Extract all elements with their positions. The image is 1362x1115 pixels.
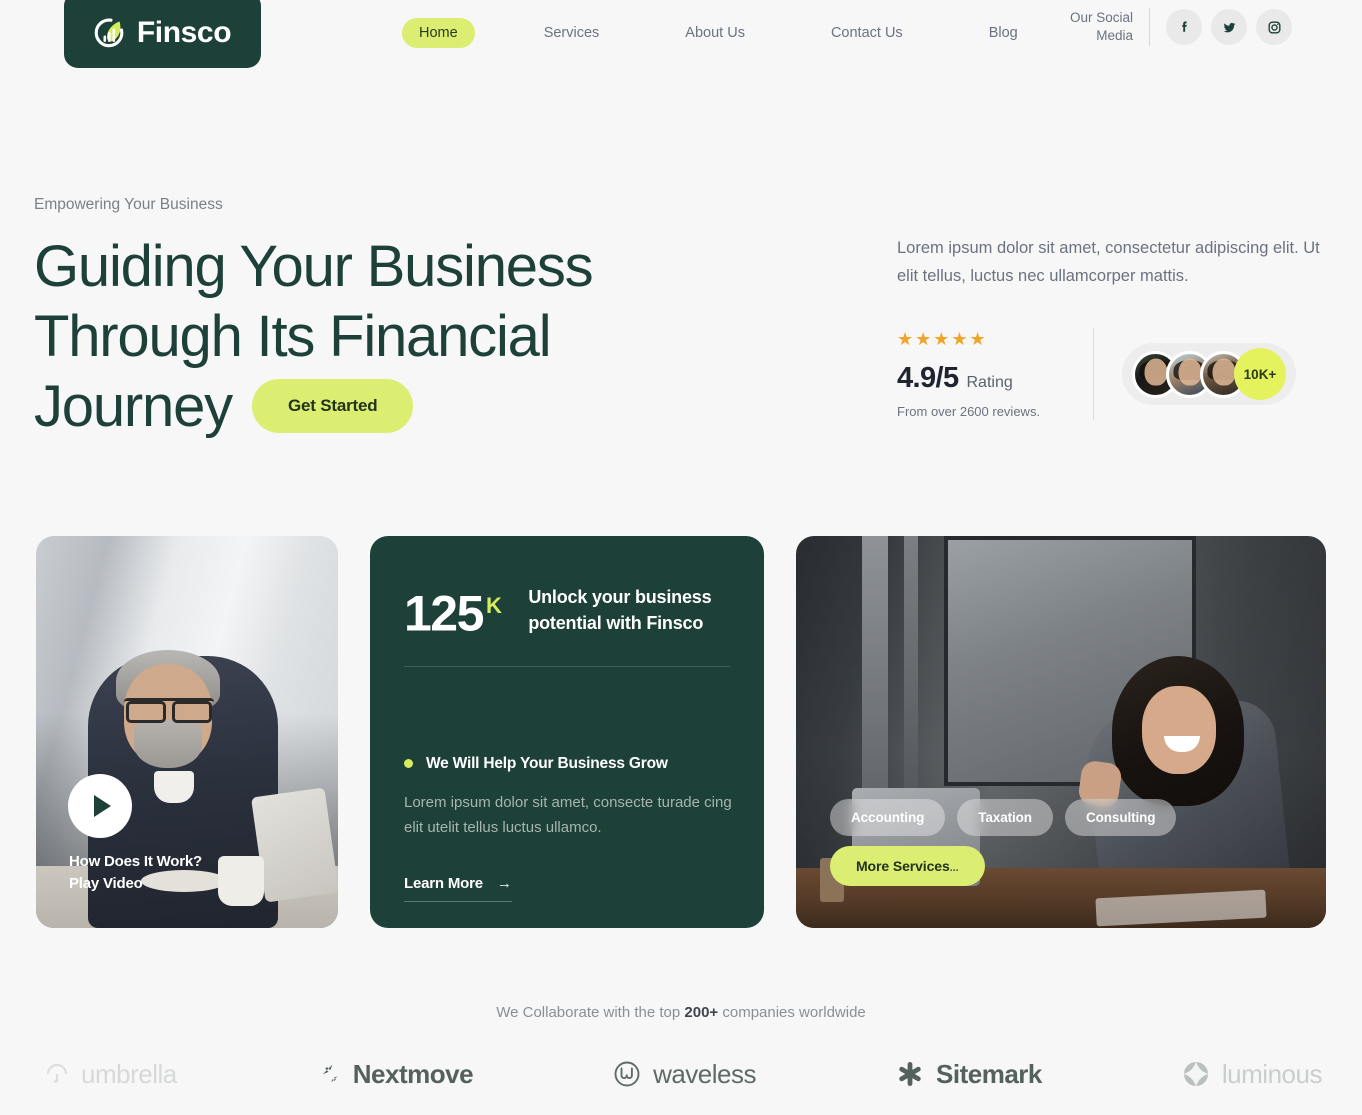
partner-logo-umbrella[interactable]: umbrella	[44, 1061, 177, 1087]
more-services-button[interactable]: More Services...	[830, 846, 985, 886]
rating-divider	[1093, 328, 1094, 420]
brand-logo[interactable]: Finsco	[64, 0, 261, 68]
partner-name: waveless	[653, 1059, 756, 1089]
partners-note-suffix: companies worldwide	[718, 1004, 866, 1021]
nav-item-blog[interactable]: Blog	[972, 18, 1035, 48]
more-services-label: More Services	[856, 858, 950, 874]
partner-logo-waveless[interactable]: waveless	[612, 1059, 756, 1089]
partner-logos: umbrella Nextmove waveless Sitemark lumi…	[0, 1048, 1362, 1100]
hero-title-line2: Through Its Financial	[34, 304, 552, 369]
hero-title-line1: Guiding Your Business	[34, 234, 594, 299]
twitter-button[interactable]	[1211, 9, 1247, 45]
instagram-icon	[1266, 19, 1283, 36]
finsco-leaf-chart-logo-icon	[94, 16, 128, 50]
rating-section: ★★★★★ 4.9/5 Rating From over 2600 review…	[897, 328, 1327, 420]
video-tablet	[250, 787, 338, 903]
main-nav: Home Services About Us Contact Us Blog	[402, 18, 1035, 48]
facebook-button[interactable]	[1166, 9, 1202, 45]
stat-number-value: 125	[404, 585, 484, 642]
stat-number: 125 K	[404, 580, 502, 642]
partners-note-highlight: 200+	[684, 1004, 719, 1021]
service-pill-accounting[interactable]: Accounting	[830, 799, 946, 836]
video-card[interactable]: How Does It Work? Play Video	[36, 536, 338, 928]
partner-name: luminous	[1221, 1059, 1323, 1089]
office-person-face	[1142, 686, 1216, 774]
partner-name: Nextmove	[352, 1059, 474, 1089]
service-pill-row: Accounting Taxation Consulting	[830, 799, 1177, 836]
hero-description: Lorem ipsum dolor sit amet, consectetur …	[897, 239, 1320, 285]
partners-note: We Collaborate with the top 200+ compani…	[0, 1004, 1362, 1021]
stat-bullet-label: We Will Help Your Business Grow	[426, 754, 668, 772]
social-label-line2: Media	[1096, 28, 1133, 43]
avatar-group: 10K+	[1122, 343, 1296, 405]
hero-title: Guiding Your Business Through Its Financ…	[34, 232, 654, 442]
header-divider	[1149, 8, 1150, 46]
nav-item-about-us[interactable]: About Us	[668, 18, 762, 48]
umbrella-icon	[44, 1061, 70, 1087]
rating-summary: ★★★★★ 4.9/5 Rating From over 2600 review…	[897, 330, 1093, 419]
stat-card: 125 K Unlock your business potential with…	[370, 536, 764, 928]
social-icon-list	[1166, 9, 1292, 45]
video-coffee-cup	[154, 771, 194, 803]
nav-item-services[interactable]: Services	[527, 18, 617, 48]
stat-paragraph: Lorem ipsum dolor sit amet, consecte tur…	[404, 793, 732, 836]
sitemark-asterisk-icon	[895, 1059, 925, 1089]
learn-more-link[interactable]: Learn More →	[404, 875, 512, 902]
more-services-dots: ...	[949, 862, 959, 874]
landing-page: Finsco Home Services About Us Contact Us…	[0, 0, 1362, 1115]
services-image-card[interactable]: Accounting Taxation Consulting More Serv…	[796, 536, 1326, 928]
hero-eyebrow: Empowering Your Business	[34, 196, 223, 213]
facebook-icon	[1176, 19, 1193, 36]
nextmove-arrows-icon	[316, 1061, 342, 1087]
arrow-right-icon: →	[496, 874, 512, 892]
video-second-cup	[218, 856, 264, 906]
rating-stars: ★★★★★	[897, 328, 988, 349]
play-video-button[interactable]	[68, 774, 132, 838]
bullet-dot-icon	[404, 759, 413, 769]
hero-title-line3: Journey	[34, 374, 233, 439]
learn-more-label: Learn More	[404, 874, 483, 892]
stat-number-suffix: K	[485, 593, 502, 618]
stat-heading-line1: Unlock your business	[528, 587, 712, 607]
video-caption-line2: Play Video	[69, 875, 143, 892]
video-person-beard	[134, 720, 202, 768]
video-caption-line1: How Does It Work?	[69, 853, 202, 870]
video-caption: How Does It Work? Play Video	[69, 851, 202, 895]
stat-heading-line2: potential with Finsco	[528, 613, 704, 633]
rating-score: 4.9/5 Rating	[897, 362, 1093, 395]
service-pill-consulting[interactable]: Consulting	[1064, 799, 1177, 836]
nav-item-home[interactable]: Home	[402, 18, 475, 48]
nav-item-contact-us[interactable]: Contact Us	[814, 18, 920, 48]
get-started-button[interactable]: Get Started	[251, 378, 414, 433]
rating-value: 4.9/5	[897, 361, 959, 394]
twitter-icon	[1221, 19, 1238, 36]
rating-label: Rating	[966, 373, 1013, 391]
video-person-glasses	[124, 698, 214, 723]
instagram-button[interactable]	[1256, 9, 1292, 45]
partner-logo-luminous[interactable]: luminous	[1181, 1059, 1322, 1089]
luminous-star-icon	[1181, 1059, 1211, 1089]
waveless-w-circle-icon	[612, 1059, 642, 1089]
avatar-count-badge: 10K+	[1234, 348, 1286, 400]
social-label-line1: Our Social	[1069, 10, 1133, 25]
stat-divider	[404, 665, 730, 667]
site-header: Finsco Home Services About Us Contact Us…	[0, 0, 1362, 68]
partner-name: umbrella	[81, 1059, 177, 1089]
service-pill-taxation[interactable]: Taxation	[957, 799, 1053, 836]
social-media-section: Our Social Media	[1053, 8, 1292, 46]
partner-name: Sitemark	[936, 1059, 1042, 1089]
rating-subtext: From over 2600 reviews.	[897, 403, 1041, 419]
hero-right-column: Lorem ipsum dolor sit amet, consectetur …	[897, 234, 1327, 420]
partners-note-prefix: We Collaborate with the top	[496, 1004, 685, 1021]
brand-name: Finsco	[136, 16, 232, 49]
stat-card-top: 125 K Unlock your business potential with…	[404, 580, 730, 640]
social-media-label: Our Social Media	[1053, 9, 1133, 45]
partner-logo-nextmove[interactable]: Nextmove	[316, 1059, 474, 1089]
stat-bullet-item: We Will Help Your Business Grow	[404, 755, 730, 773]
stat-heading: Unlock your business potential with Fins…	[528, 580, 711, 636]
partner-logo-sitemark[interactable]: Sitemark	[895, 1059, 1042, 1089]
feature-cards: How Does It Work? Play Video 125 K Unlock…	[34, 536, 1326, 928]
play-icon	[94, 795, 111, 817]
